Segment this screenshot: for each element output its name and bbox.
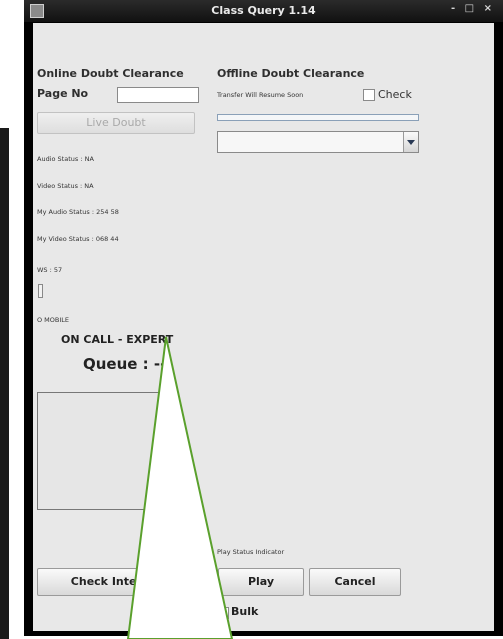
app-window: Class Query 1.14 - □ × Online Doubt Clea…	[24, 0, 503, 636]
video-status: Video Status : NA	[37, 182, 94, 190]
queue-label: Queue : --	[83, 355, 167, 373]
ws-status: WS : 57	[37, 266, 63, 274]
cancel-button[interactable]: Cancel	[309, 568, 401, 596]
transfer-progress-bar	[217, 114, 419, 121]
bulk-checkbox[interactable]: ✓	[217, 607, 229, 619]
background-edge	[0, 128, 9, 639]
my-audio-status: My Audio Status : 254 58	[37, 208, 119, 216]
bulk-label: Bulk	[231, 605, 259, 618]
play-button[interactable]: Play	[218, 568, 304, 596]
level-indicator	[38, 284, 43, 298]
video-preview-box	[37, 392, 179, 510]
online-heading: Online Doubt Clearance	[37, 67, 184, 80]
offline-heading: Offline Doubt Clearance	[217, 67, 365, 80]
my-video-status: My Video Status : 068 44	[37, 235, 119, 243]
call-state: ON CALL - EXPERT	[61, 333, 174, 346]
offline-dropdown[interactable]	[217, 131, 419, 153]
page-no-label: Page No	[37, 87, 89, 100]
window-title: Class Query 1.14	[211, 4, 316, 17]
window-controls-icon[interactable]: - □ ×	[451, 3, 495, 14]
check-checkbox[interactable]	[363, 89, 375, 101]
chevron-down-icon[interactable]	[403, 132, 418, 152]
title-bar: Class Query 1.14 - □ ×	[24, 0, 503, 22]
page-no-input[interactable]	[117, 87, 199, 103]
play-status-indicator: Play Status Indicator	[217, 548, 285, 556]
live-doubt-button[interactable]: Live Doubt	[37, 112, 195, 134]
audio-status: Audio Status : NA	[37, 155, 94, 163]
mobile-status: O MOBILE	[37, 316, 70, 324]
main-panel: Online Doubt Clearance Page No Live Doub…	[33, 23, 494, 631]
check-internet-button[interactable]: Check Interne	[37, 568, 191, 596]
check-label: Check	[378, 88, 412, 101]
transfer-status-text: Transfer Will Resume Soon	[217, 91, 304, 99]
